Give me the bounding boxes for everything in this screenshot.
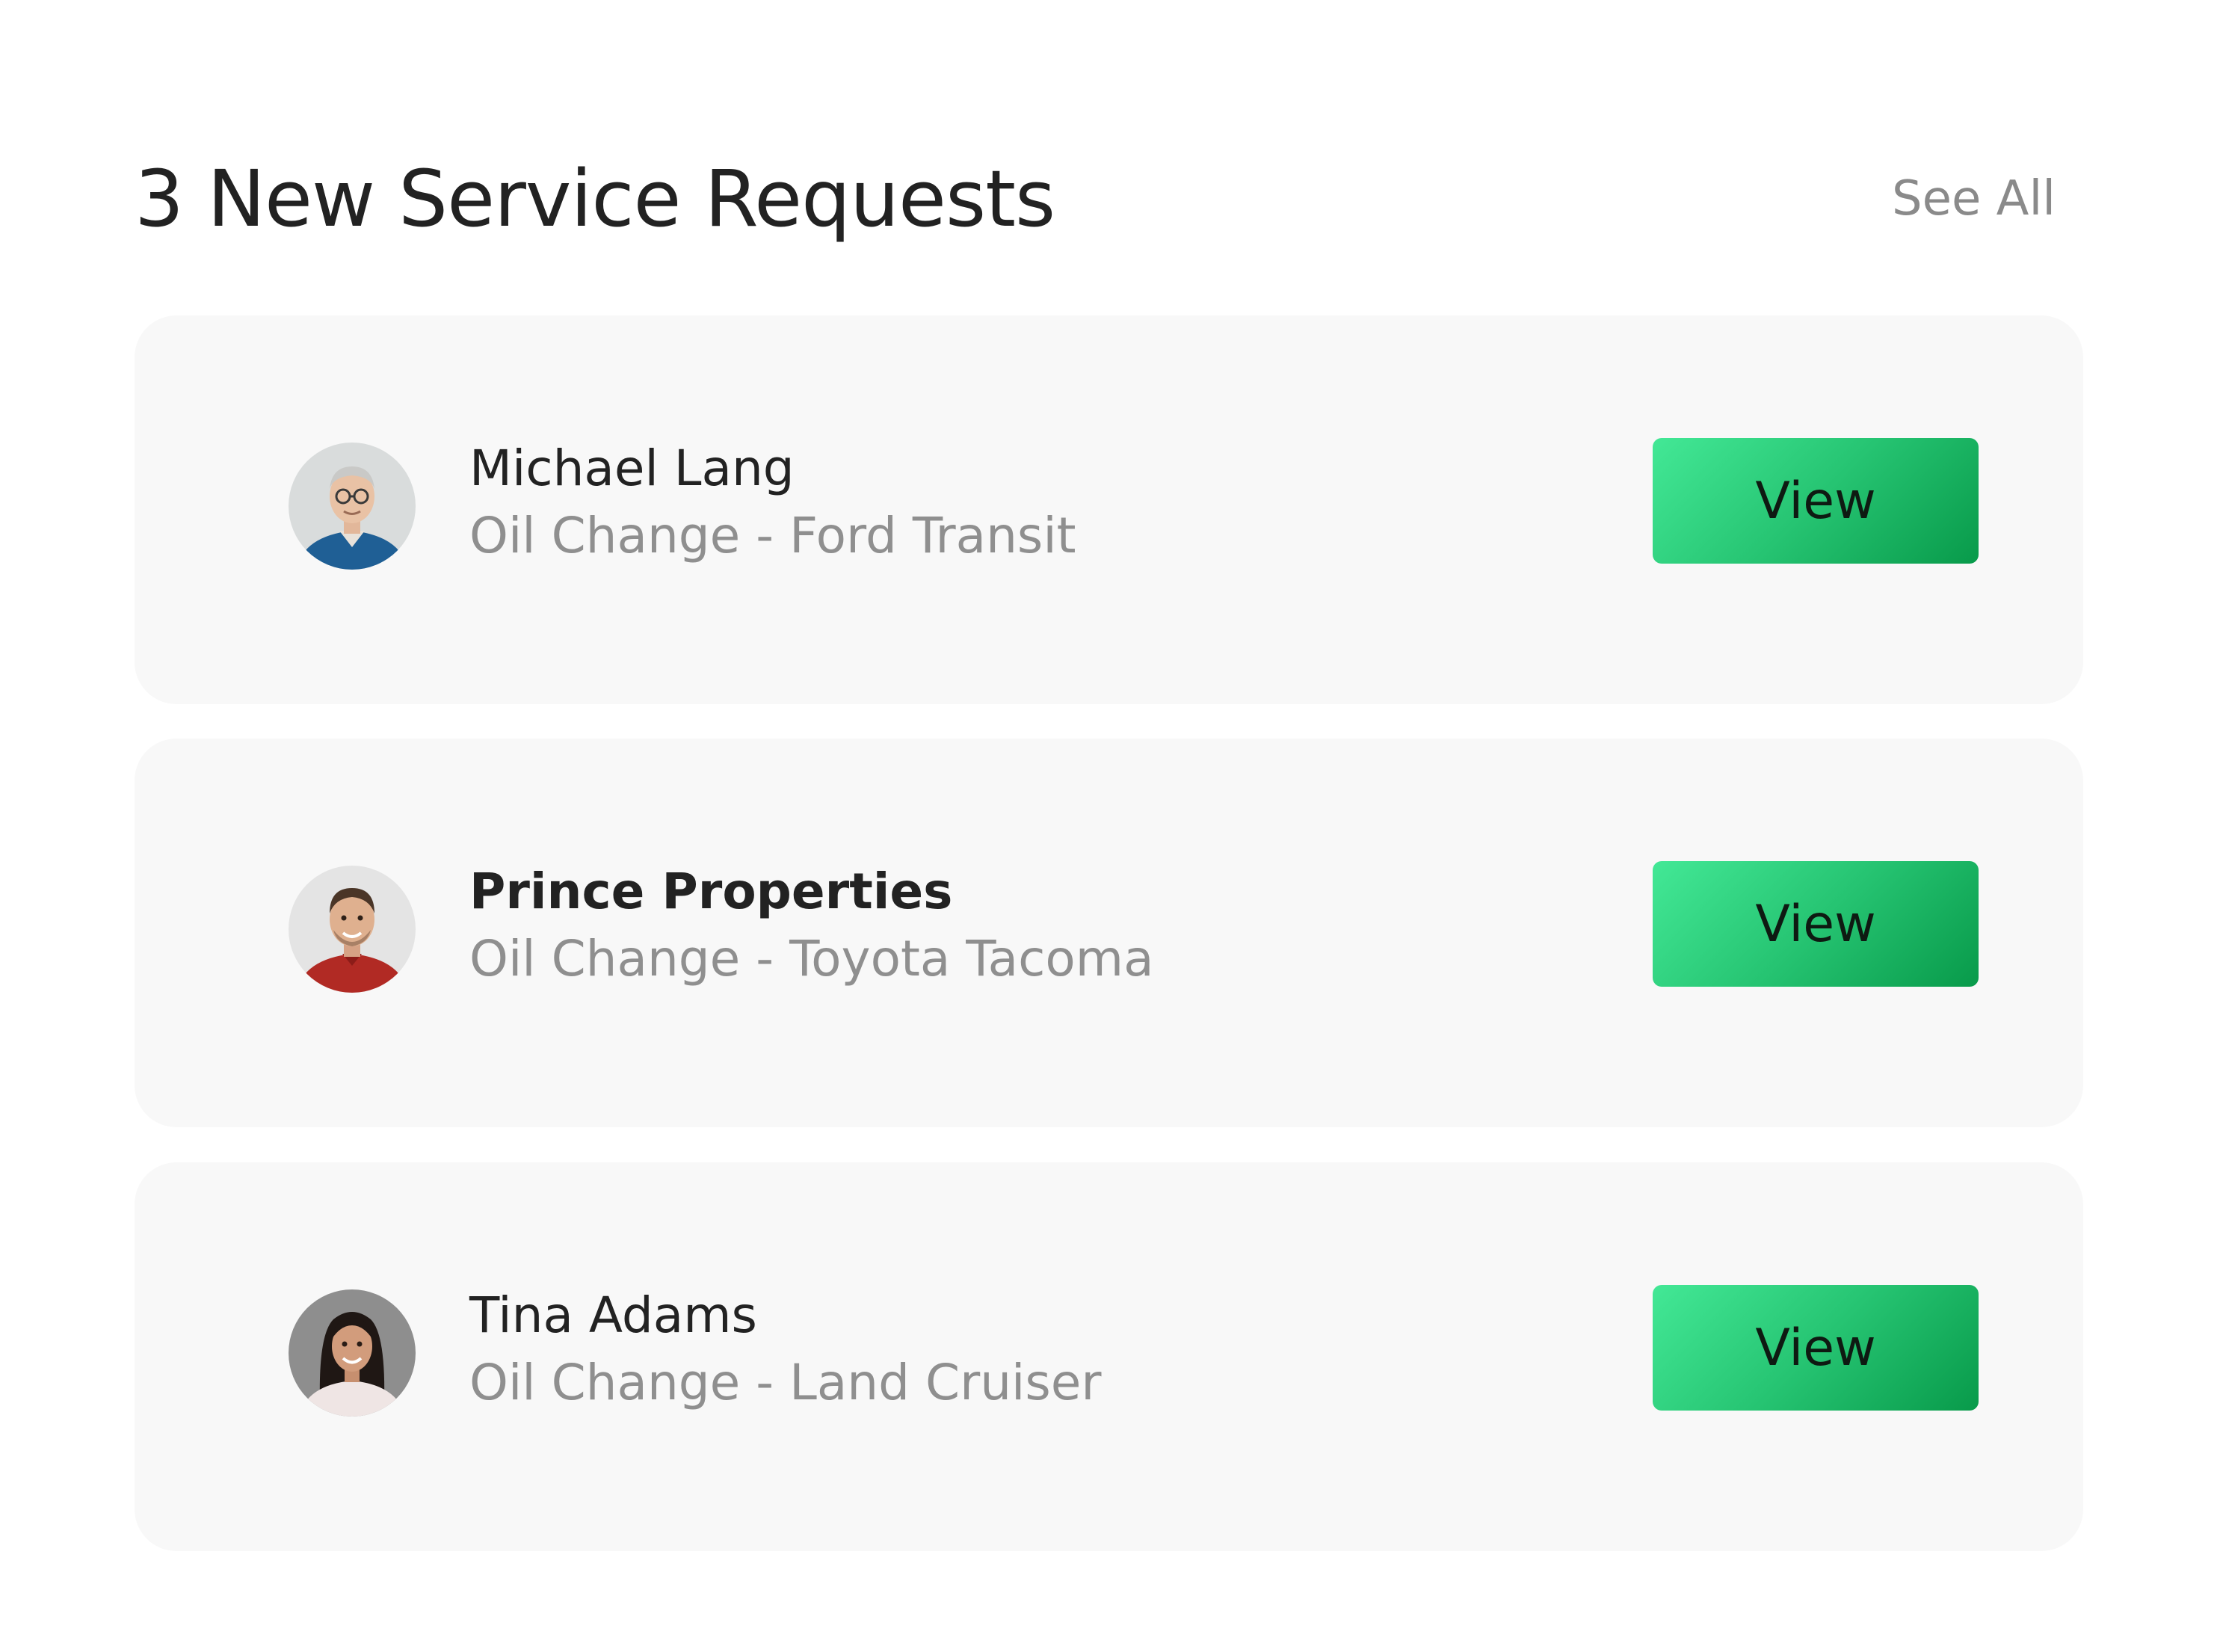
page-title: 3 New Service Requests	[135, 153, 1055, 244]
customer-name: Michael Lang	[469, 440, 795, 497]
service-description: Oil Change - Ford Transit	[469, 507, 1076, 564]
request-details: Michael Lang Oil Change - Ford Transit	[469, 435, 1076, 570]
panel-header: 3 New Service Requests See All	[135, 147, 2056, 251]
view-button[interactable]: View	[1653, 1285, 1979, 1411]
see-all-link[interactable]: See All	[1892, 171, 2056, 226]
avatar	[289, 1289, 416, 1417]
customer-name: Tina Adams	[469, 1286, 757, 1344]
avatar	[289, 443, 416, 570]
view-button[interactable]: View	[1653, 861, 1979, 987]
request-details: Tina Adams Oil Change - Land Cruiser	[469, 1282, 1102, 1417]
service-description: Oil Change - Land Cruiser	[469, 1354, 1102, 1411]
request-details: Prince Properties Oil Change - Toyota Ta…	[469, 858, 1154, 993]
request-card: Michael Lang Oil Change - Ford Transit V…	[135, 315, 2083, 704]
request-card: Tina Adams Oil Change - Land Cruiser Vie…	[135, 1162, 2083, 1551]
customer-name: Prince Properties	[469, 863, 953, 920]
avatar	[289, 866, 416, 993]
service-description: Oil Change - Toyota Tacoma	[469, 930, 1154, 987]
service-requests-panel: 3 New Service Requests See All Michael L…	[0, 0, 2217, 1652]
view-button[interactable]: View	[1653, 438, 1979, 564]
request-card: Prince Properties Oil Change - Toyota Ta…	[135, 739, 2083, 1127]
